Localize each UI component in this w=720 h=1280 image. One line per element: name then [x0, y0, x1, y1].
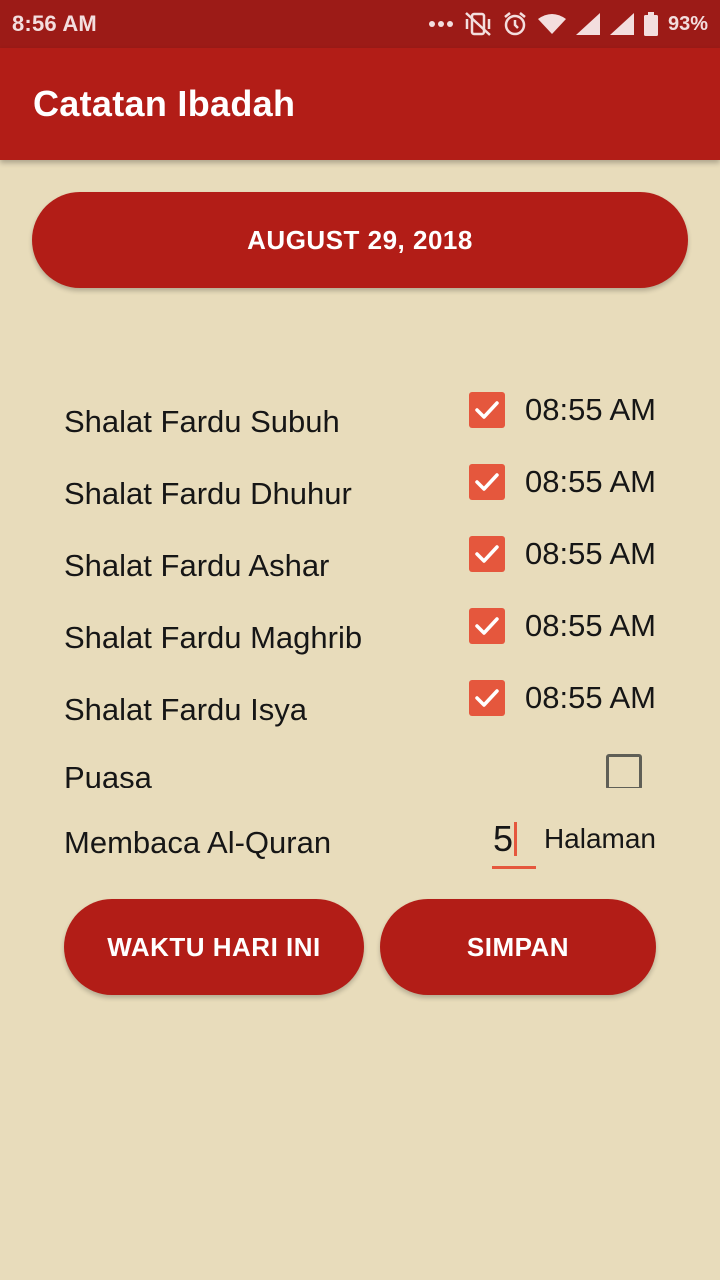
puasa-checkbox[interactable] [606, 754, 642, 788]
check-icon [475, 617, 499, 635]
prayer-row-dhuhur: Shalat Fardu Dhuhur 08:55 AM [64, 464, 656, 520]
puasa-row: Puasa [64, 744, 656, 788]
check-icon [475, 689, 499, 707]
date-picker-button[interactable]: AUGUST 29, 2018 [32, 192, 688, 288]
prayer-checkbox[interactable] [469, 680, 505, 716]
prayer-label: Shalat Fardu Dhuhur [64, 476, 352, 511]
signal-icon [609, 13, 634, 35]
today-time-button[interactable]: WAKTU HARI INI [64, 899, 364, 995]
prayer-checkbox[interactable] [469, 536, 505, 572]
quran-unit-label: Halaman [543, 823, 656, 854]
prayer-time[interactable]: 08:55 AM [525, 392, 656, 428]
battery-percentage: 93% [667, 12, 708, 35]
status-icons: 93% [428, 11, 708, 37]
prayer-label: Shalat Fardu Isya [64, 692, 307, 727]
status-time: 8:56 AM [12, 11, 97, 36]
vibrate-off-icon [464, 11, 492, 37]
quran-label: Membaca Al-Quran [64, 825, 332, 860]
more-dots-icon [428, 19, 454, 29]
check-icon [475, 545, 499, 563]
prayer-row-ashar: Shalat Fardu Ashar 08:55 AM [64, 536, 656, 592]
prayer-label: Shalat Fardu Maghrib [64, 620, 363, 655]
prayer-time[interactable]: 08:55 AM [525, 608, 656, 644]
quran-row: Membaca Al-Quran 5 Halaman [64, 815, 656, 875]
quran-pages-input[interactable]: 5 [492, 815, 536, 869]
check-icon [475, 401, 499, 419]
app-title: Catatan Ibadah [33, 83, 296, 124]
app-bar: Catatan Ibadah [0, 48, 720, 160]
prayer-time[interactable]: 08:55 AM [525, 464, 656, 500]
prayer-time[interactable]: 08:55 AM [525, 536, 656, 572]
puasa-label: Puasa [64, 760, 152, 788]
battery-icon [643, 12, 658, 36]
text-cursor [514, 822, 518, 857]
signal-icon [575, 13, 600, 35]
status-bar: 8:56 AM 93% [0, 0, 720, 48]
prayer-label: Shalat Fardu Ashar [64, 548, 330, 583]
prayer-checkbox[interactable] [469, 464, 505, 500]
prayer-time[interactable]: 08:55 AM [525, 680, 656, 716]
save-button[interactable]: SIMPAN [380, 899, 656, 995]
prayer-row-maghrib: Shalat Fardu Maghrib 08:55 AM [64, 608, 656, 664]
wifi-icon [537, 13, 566, 35]
prayer-row-subuh: Shalat Fardu Subuh 08:55 AM [64, 392, 656, 448]
quran-pages-value: 5 [493, 818, 514, 859]
prayer-checkbox[interactable] [469, 608, 505, 644]
prayer-checkbox[interactable] [469, 392, 505, 428]
prayer-label: Shalat Fardu Subuh [64, 404, 340, 439]
check-icon [475, 473, 499, 491]
alarm-icon [502, 11, 528, 37]
prayer-row-isya: Shalat Fardu Isya 08:55 AM [64, 680, 656, 736]
